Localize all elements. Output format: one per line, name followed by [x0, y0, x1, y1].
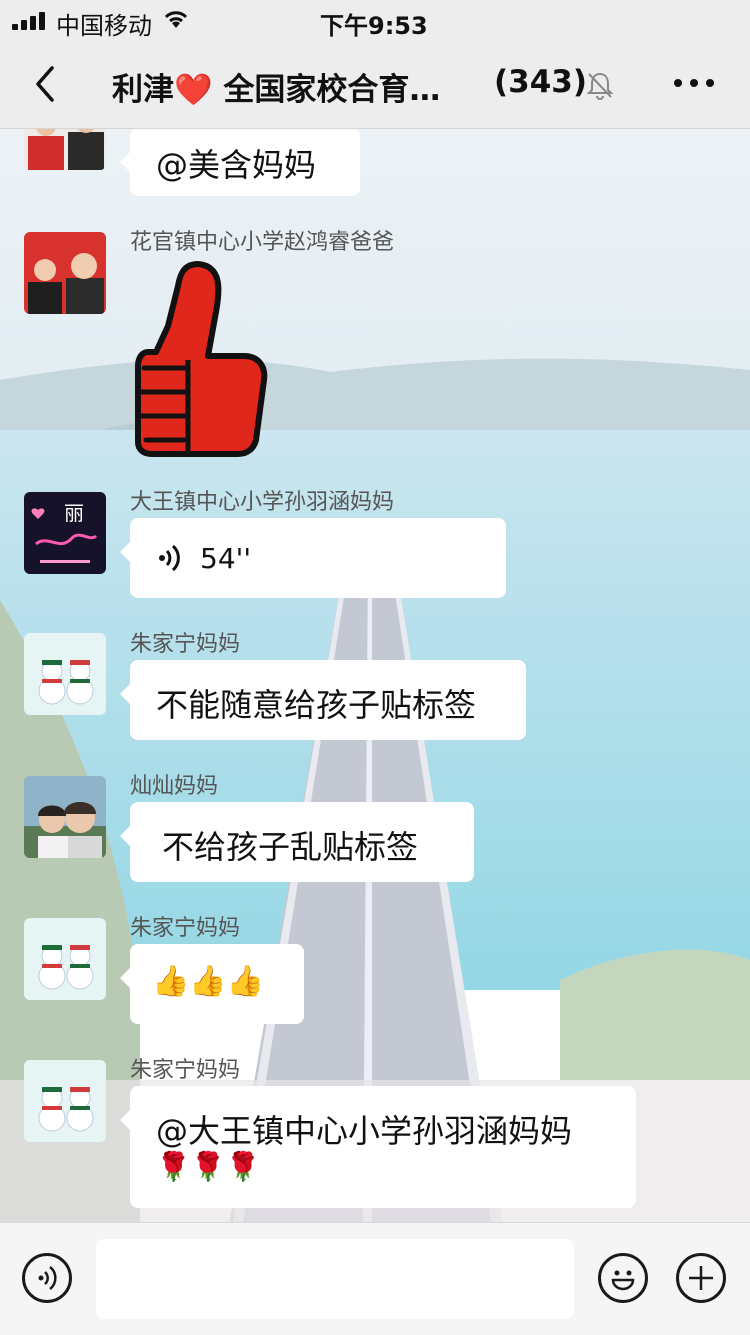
message-text: @大王镇中心小学孙羽涵妈妈: [156, 1112, 573, 1150]
chevron-left-icon[interactable]: [28, 62, 68, 106]
avatar[interactable]: 丽: [24, 492, 106, 574]
avatar[interactable]: [24, 776, 106, 858]
message-emoji: 🌹🌹🌹: [156, 1150, 261, 1183]
message-bubble[interactable]: @大王镇中心小学孙羽涵妈妈 🌹🌹🌹: [120, 1086, 636, 1208]
sender-name: 朱家宁妈妈: [130, 632, 241, 657]
sender-name: 朱家宁妈妈: [130, 916, 241, 941]
voice-duration: 54'': [200, 542, 252, 575]
message-emoji: 👍👍👍: [152, 964, 265, 999]
more-dots-icon[interactable]: [672, 68, 716, 98]
message-bubble[interactable]: @美含妈妈: [120, 128, 360, 196]
voice-message-bubble[interactable]: 54'': [120, 518, 506, 598]
avatar[interactable]: [24, 1060, 106, 1142]
voice-toggle-icon[interactable]: [22, 1253, 72, 1303]
voice-wave-icon: [159, 544, 180, 572]
avatar-glyph: 丽: [64, 501, 84, 525]
message-bubble[interactable]: 不给孩子乱贴标签: [120, 802, 474, 882]
sender-name: 灿灿妈妈: [130, 774, 219, 799]
avatar[interactable]: [24, 232, 106, 314]
chat-title[interactable]: 利津❤️ 全国家校合育…: [112, 64, 440, 109]
carrier-name: 中国移动: [56, 12, 152, 40]
cellular-signal-icon: [12, 12, 48, 30]
member-count: (343): [494, 64, 588, 100]
status-time: 下午9:53: [320, 12, 428, 40]
thumbs-up-sticker[interactable]: [128, 256, 270, 460]
wifi-icon: [164, 11, 188, 28]
chat-input-bar: [0, 1222, 750, 1335]
message-text: 不给孩子乱贴标签: [162, 828, 419, 866]
message-bubble[interactable]: 不能随意给孩子贴标签: [120, 660, 526, 740]
plus-icon[interactable]: [676, 1253, 726, 1303]
bell-slash-icon: [586, 72, 614, 100]
status-bar: 中国移动 下午9:53: [0, 0, 750, 40]
emoji-message-bubble[interactable]: 👍👍👍: [120, 944, 304, 1024]
sender-name: 花官镇中心小学赵鸿睿爸爸: [130, 230, 395, 255]
sender-name: 朱家宁妈妈: [130, 1058, 241, 1083]
emoji-icon[interactable]: [598, 1253, 648, 1303]
avatar[interactable]: [24, 918, 106, 1000]
message-input[interactable]: [96, 1239, 574, 1319]
message-text: @美含妈妈: [156, 146, 317, 184]
avatar[interactable]: [24, 633, 106, 715]
message-text: 不能随意给孩子贴标签: [156, 686, 477, 724]
sender-name: 大王镇中心小学孙羽涵妈妈: [130, 490, 395, 515]
chat-header: 利津❤️ 全国家校合育… (343): [0, 40, 750, 129]
